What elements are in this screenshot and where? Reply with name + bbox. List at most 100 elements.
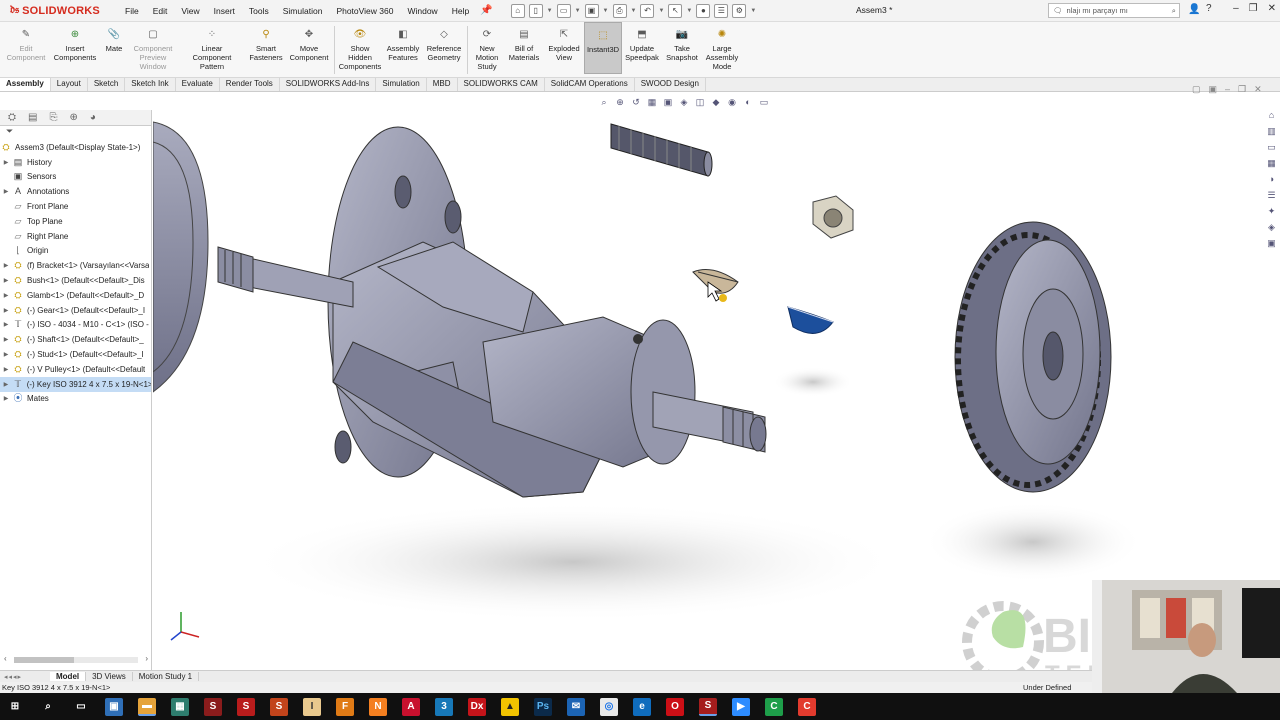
solidworks-app-icon[interactable]: S (204, 697, 222, 716)
zoom-icon[interactable]: ▶ (732, 697, 750, 716)
mate-button[interactable]: 📎 Mate (100, 22, 128, 53)
chrome-icon[interactable]: ◎ (600, 697, 618, 716)
tab-3d-views[interactable]: 3D Views (86, 672, 133, 681)
app-icon[interactable]: ▣ (105, 697, 123, 716)
view-orientation-icon[interactable]: ◈ (678, 96, 690, 108)
file-explorer-icon[interactable]: ▬ (138, 697, 156, 716)
dimxpert-tab-icon[interactable]: ⊕ (69, 112, 77, 123)
v-pulley-part[interactable] (153, 121, 209, 393)
chevron-down-icon[interactable]: ▼ (658, 8, 664, 14)
acrobat-icon[interactable]: A (402, 697, 420, 716)
tree-item-mates[interactable]: ▶ ⦿ Mates (0, 392, 151, 407)
tree-item-glamb[interactable]: ▶ ⛭ Glamb<1> (Default<<Default>_D (0, 288, 151, 303)
menu-file[interactable]: File (118, 6, 146, 16)
search-box[interactable]: 🗨 nlajı mı parçayı mı ⌕ (1048, 3, 1180, 18)
solidworks-resources-icon[interactable]: ⌂ (1269, 110, 1274, 123)
menu-window[interactable]: Window (400, 6, 444, 16)
filter-icon[interactable]: ⏷ (0, 126, 151, 140)
edit-appearance-icon[interactable]: ◉ (726, 96, 738, 108)
app-n-icon[interactable]: N (369, 697, 387, 716)
tab-layout[interactable]: Layout (51, 78, 88, 91)
task-view-icon[interactable]: ▭ (72, 698, 90, 716)
menu-simulation[interactable]: Simulation (276, 6, 330, 16)
doc-restore-icon[interactable]: ▣ (1209, 84, 1218, 95)
expand-icon[interactable]: ▶ (0, 262, 12, 269)
appearances-icon[interactable]: ◑ (1269, 174, 1274, 187)
tree-item-front-plane[interactable]: ▱ Front Plane (0, 199, 151, 214)
smart-fasteners-button[interactable]: ⚲ Smart Fasteners (246, 22, 286, 62)
solidworks-visualize-icon[interactable]: S (270, 697, 288, 716)
linear-component-pattern-button[interactable]: ⁘ Linear Component Pattern (178, 22, 246, 71)
tab-render-tools[interactable]: Render Tools (220, 78, 280, 91)
solidworks-active-icon[interactable]: S (699, 697, 717, 716)
minimize-icon[interactable]: – (1233, 3, 1239, 14)
tree-item-annotations[interactable]: ▶ A Annotations (0, 184, 151, 199)
reference-geometry-button[interactable]: ◇ Reference Geometry (423, 22, 465, 62)
expand-icon[interactable]: ▶ (0, 277, 12, 284)
scroll-thumb[interactable] (14, 657, 74, 663)
iso-nut-part[interactable] (812, 195, 854, 239)
search-icon[interactable]: ⌕ (39, 698, 57, 716)
app-triangle-icon[interactable]: ▲ (501, 697, 519, 716)
chevron-down-icon[interactable]: ▼ (750, 8, 756, 14)
tab-navigation-arrows[interactable]: ◂◂◂▸ (0, 673, 50, 681)
view-settings-icon[interactable]: ▭ (758, 96, 770, 108)
expand-icon[interactable]: ▶ (0, 395, 12, 402)
tab-motion-study-1[interactable]: Motion Study 1 (133, 672, 200, 681)
section-view-icon[interactable]: ▦ (646, 96, 658, 108)
pin-icon[interactable]: 📌 (480, 5, 492, 16)
tab-swood-design[interactable]: SWOOD Design (635, 78, 706, 91)
menu-view[interactable]: View (174, 6, 206, 16)
menu-edit[interactable]: Edit (146, 6, 175, 16)
user-icon[interactable]: 👤 (1188, 4, 1200, 15)
tree-horizontal-scrollbar[interactable]: ‹ › (4, 654, 148, 664)
home-icon[interactable]: ⌂ (510, 3, 525, 18)
assembly-features-button[interactable]: ◧ Assembly Features (383, 22, 423, 62)
tab-solidworks-cam[interactable]: SOLIDWORKS CAM (458, 78, 545, 91)
tree-item-history[interactable]: ▶ ▤ History (0, 155, 151, 170)
scroll-left-icon[interactable]: ‹ (4, 654, 7, 663)
component-preview-window-button[interactable]: ▢ Component Preview Window (128, 22, 178, 71)
options-gear-icon[interactable]: ⚙ (732, 3, 747, 18)
expand-icon[interactable]: ▶ (0, 351, 12, 358)
tree-item-gear[interactable]: ▶ ⛭ (-) Gear<1> (Default<<Default>_I (0, 303, 151, 318)
update-speedpak-button[interactable]: ⬒ Update Speedpak (622, 22, 662, 62)
doc-minimize-icon[interactable]: – (1225, 84, 1230, 95)
photoshop-icon[interactable]: Ps (534, 697, 552, 716)
expand-icon[interactable]: ▶ (0, 292, 12, 299)
hide-show-items-icon[interactable]: ◆ (710, 96, 722, 108)
chevron-down-icon[interactable]: ▼ (547, 8, 553, 14)
tree-item-right-plane[interactable]: ▱ Right Plane (0, 229, 151, 244)
app-f-icon[interactable]: F (336, 697, 354, 716)
forum-icon[interactable]: ✦ (1268, 206, 1276, 219)
tree-item-shaft[interactable]: ▶ ⛭ (-) Shaft<1> (Default<<Default>_ (0, 332, 151, 347)
swood-icon[interactable]: ▣ (1267, 238, 1276, 251)
notepad-icon[interactable]: I (303, 697, 321, 716)
windows-start-icon[interactable]: ⊞ (6, 698, 24, 716)
design-library-icon[interactable]: ▥ (1267, 126, 1276, 139)
doc-maximize-icon[interactable]: ❐ (1238, 84, 1246, 95)
tree-item-origin[interactable]: ⌊ Origin (0, 244, 151, 259)
zoom-to-area-icon[interactable]: ⊕ (614, 96, 626, 108)
show-hidden-components-button[interactable]: 👁 Show Hidden Components (337, 22, 383, 71)
feature-manager-tab-icon[interactable]: ⛭ (8, 112, 16, 123)
file-properties-icon[interactable]: ☰ (714, 3, 729, 18)
menu-help[interactable]: Help (445, 6, 476, 16)
tree-item-v-pulley[interactable]: ▶ ⛭ (-) V Pulley<1> (Default<<Default (0, 362, 151, 377)
tree-item-bush[interactable]: ▶ ⛭ Bush<1> (Default<<Default>_Dis (0, 273, 151, 288)
print-icon[interactable]: ⎙ (612, 3, 627, 18)
doc-close-icon[interactable]: ✕ (1254, 84, 1262, 95)
recorder-icon[interactable]: C (798, 697, 816, 716)
expand-icon[interactable]: ▶ (0, 188, 12, 195)
undo-icon[interactable]: ↶ (640, 3, 655, 18)
solidworks-2019-icon[interactable]: S (237, 697, 255, 716)
camtasia-icon[interactable]: C (765, 697, 783, 716)
close-icon[interactable]: ✕ (1268, 3, 1276, 14)
chevron-down-icon[interactable]: ▼ (603, 8, 609, 14)
key-iso-3912-part[interactable] (787, 306, 834, 334)
app-3-icon[interactable]: 3 (435, 697, 453, 716)
tree-item-iso-nut[interactable]: ▶ 𝕋 (-) ISO - 4034 - M10 - C<1> (ISO - (0, 318, 151, 333)
take-snapshot-button[interactable]: 📷 Take Snapshot (662, 22, 702, 62)
tab-evaluate[interactable]: Evaluate (176, 78, 220, 91)
doc-tile-icon[interactable]: ▢ (1192, 84, 1201, 95)
